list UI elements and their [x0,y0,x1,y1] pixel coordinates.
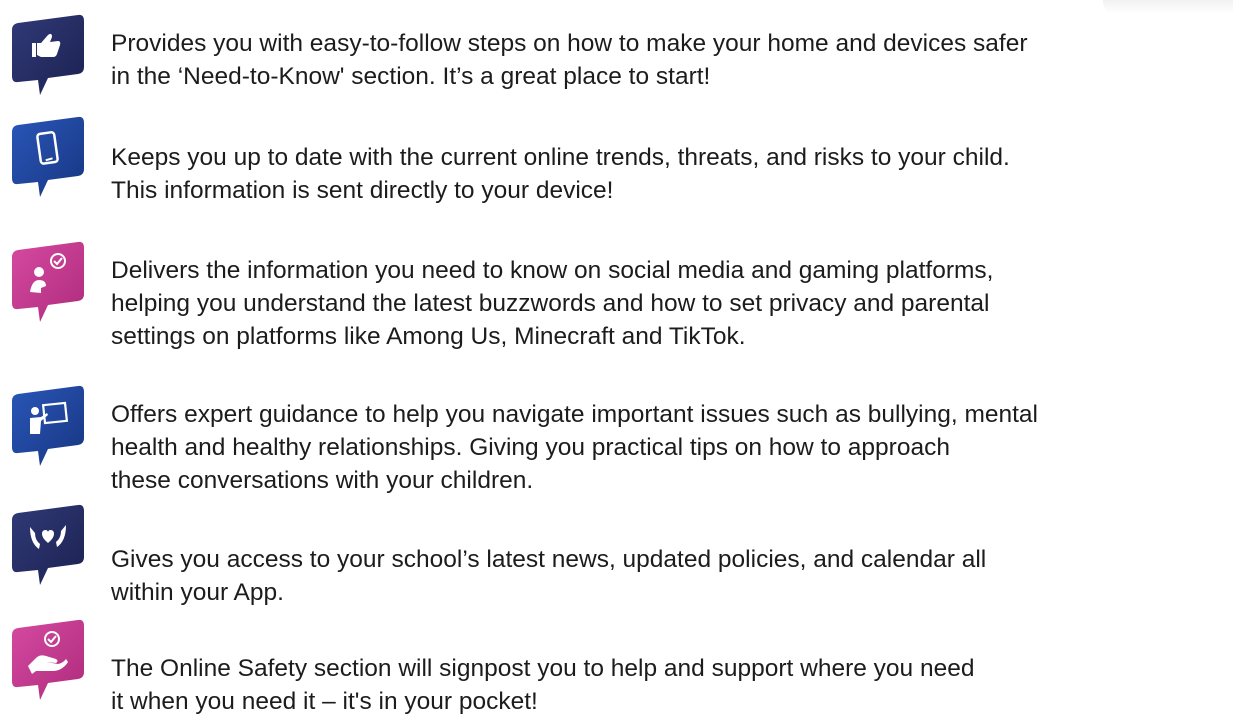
feature-text: Gives you access to your school’s latest… [111,546,987,606]
feature-list: Provides you with easy-to-follow steps o… [0,0,1233,715]
feature-text: Provides you with easy-to-follow steps o… [111,30,1028,90]
thumbs-up-icon [8,9,86,101]
presenter-icon [8,380,86,472]
feature-text: Keeps you up to date with the current on… [111,144,1010,204]
feature-text: Delivers the information you need to kno… [111,257,994,350]
feature-text: The Online Safety section will signpost … [111,655,975,715]
hands-heart-icon [8,499,86,591]
feature-text: Offers expert guidance to help you navig… [111,401,1038,494]
smartphone-icon [8,111,86,203]
verified-user-icon [8,236,86,328]
helping-hand-icon [8,614,86,706]
